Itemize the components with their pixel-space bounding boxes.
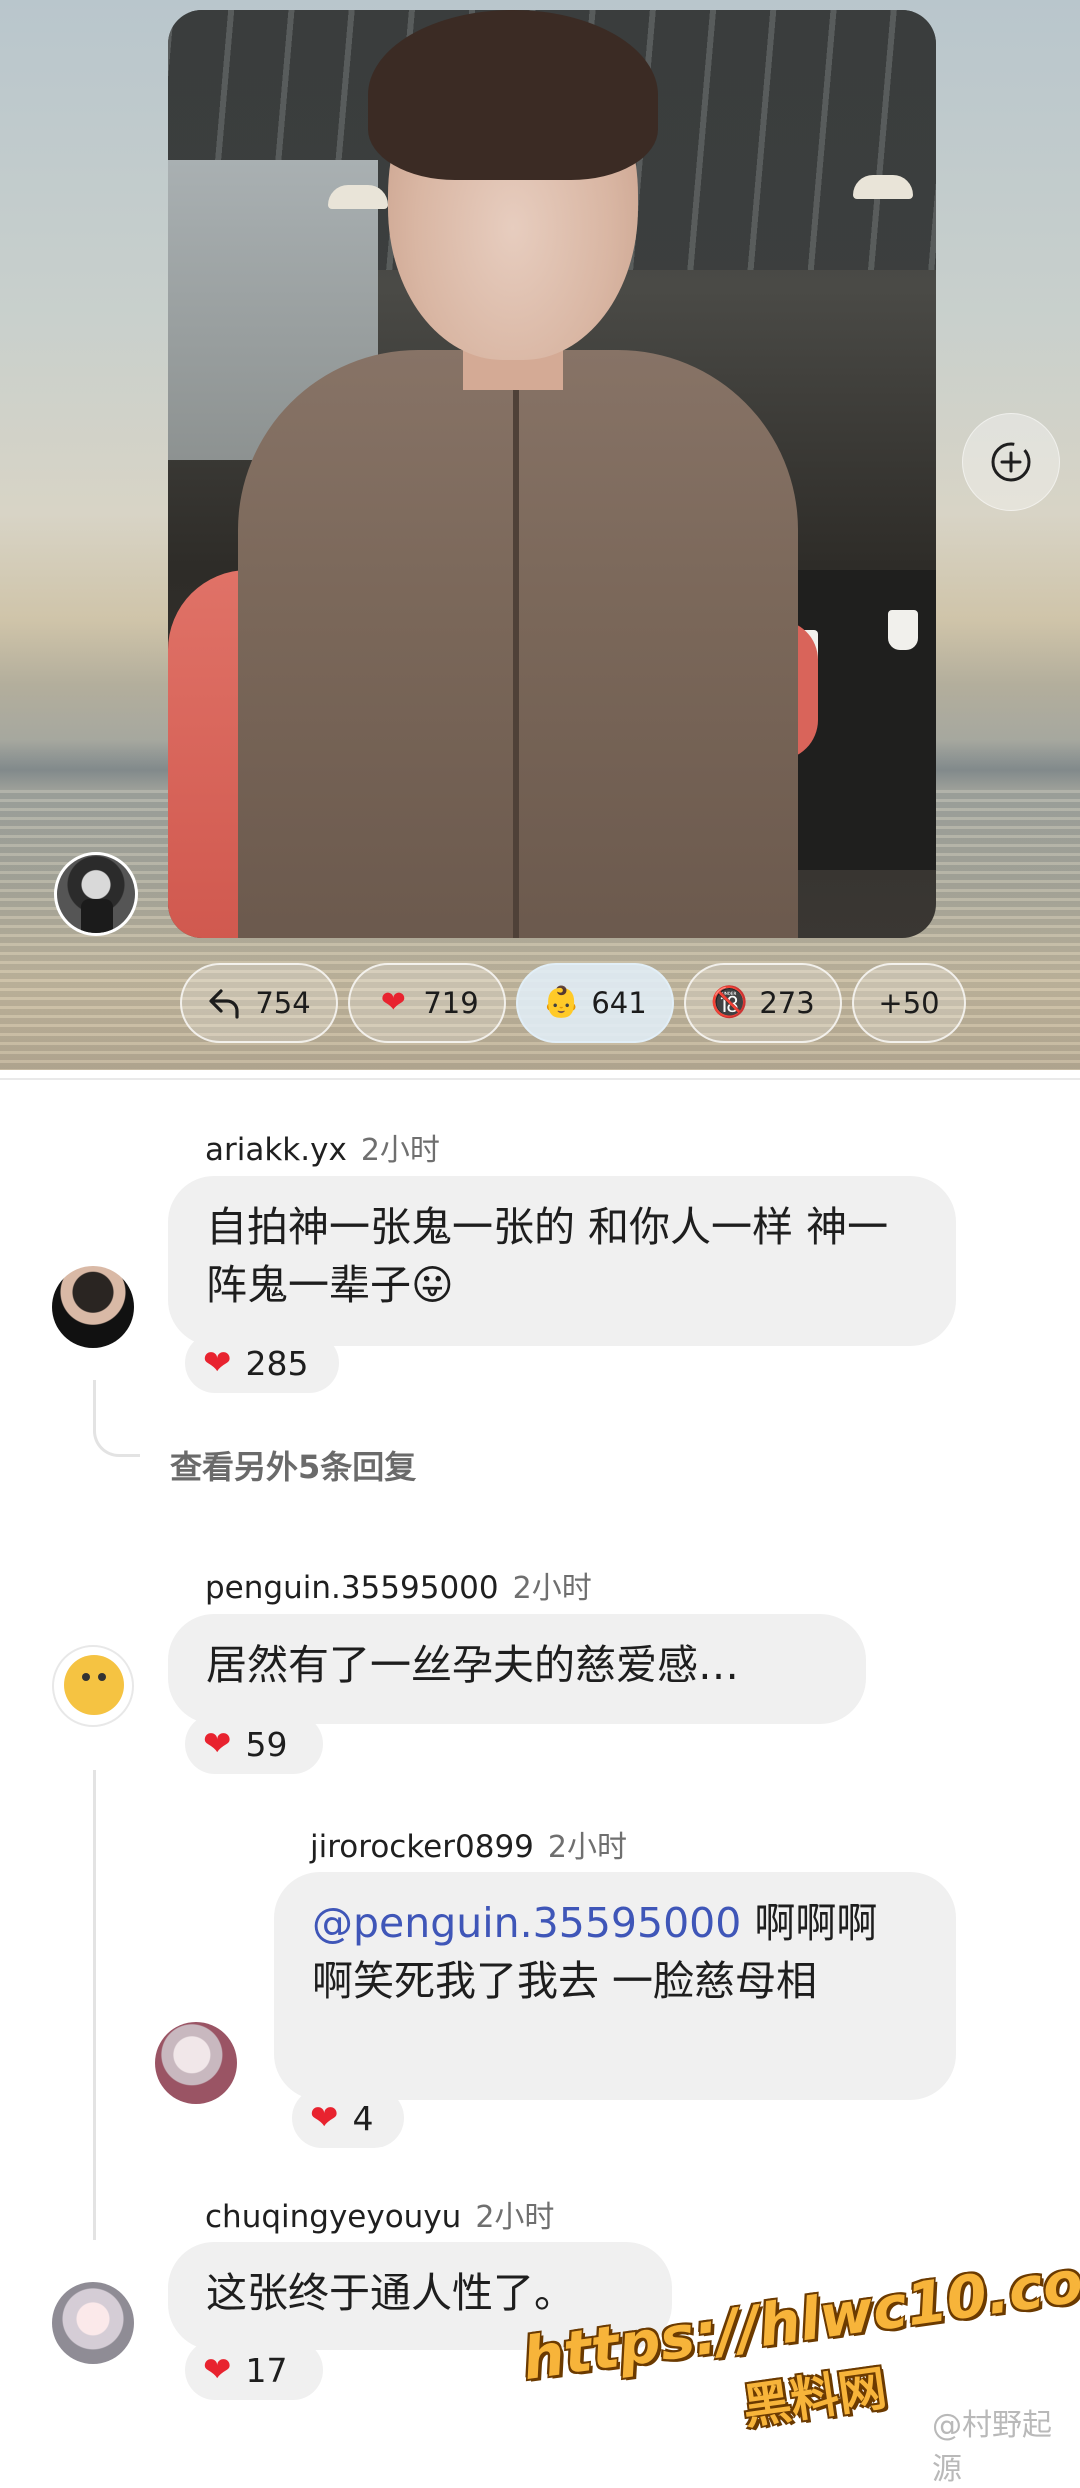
view-more-replies-link[interactable]: 查看另外5条回复 bbox=[170, 1442, 416, 1488]
comment-text: 自拍神一张鬼一张的 和你人一样 神一阵鬼一辈子😛 bbox=[206, 1203, 889, 1309]
comment-time: 2小时 bbox=[475, 2200, 555, 2235]
baby-bottle-reaction-button[interactable]: 👶 641 bbox=[516, 963, 674, 1043]
comment-avatar[interactable] bbox=[52, 2282, 134, 2364]
author-avatar[interactable] bbox=[54, 852, 138, 936]
comment-text: 居然有了一丝孕夫的慈爱感… bbox=[206, 1641, 739, 1689]
no-under-18-count: 273 bbox=[759, 986, 815, 1020]
person-hair bbox=[368, 10, 658, 180]
comment-text: 这张终于通人性了。 bbox=[206, 2269, 575, 2317]
thread-connector bbox=[93, 1410, 140, 1457]
comment-header: chuqingyeyouyu 2小时 bbox=[205, 2192, 554, 2236]
comment-like-button[interactable]: ❤ 59 bbox=[185, 1714, 323, 1774]
baby-bottle-icon: 👶 bbox=[542, 985, 580, 1020]
comment-like-count: 17 bbox=[245, 2350, 288, 2390]
no-under-18-icon: 🔞 bbox=[710, 985, 748, 1020]
comment-like-button[interactable]: ❤ 285 bbox=[185, 1333, 339, 1393]
post-photo[interactable] bbox=[168, 10, 936, 938]
comment-bubble[interactable]: 居然有了一丝孕夫的慈爱感… bbox=[168, 1614, 866, 1724]
reply-count: 754 bbox=[255, 986, 311, 1020]
reply-avatar[interactable] bbox=[155, 2022, 237, 2104]
photo-lamp bbox=[328, 185, 388, 209]
no-under-18-reaction-button[interactable]: 🔞 273 bbox=[684, 963, 842, 1043]
reply-like-button[interactable]: ❤ 4 bbox=[292, 2088, 404, 2148]
comment-section: ariakk.yx 2小时 自拍神一张鬼一张的 和你人一样 神一阵鬼一辈子😛 ❤ … bbox=[0, 1070, 1080, 2445]
comment-time: 2小时 bbox=[360, 1133, 440, 1168]
heart-icon: ❤ bbox=[203, 1724, 232, 1764]
reply-username[interactable]: jirorocker0899 bbox=[310, 1829, 534, 1865]
reply-like-count: 4 bbox=[352, 2098, 374, 2138]
heart-count: 719 bbox=[423, 986, 479, 1020]
reply-header: jirorocker0899 2小时 bbox=[310, 1822, 627, 1866]
reply-bubble[interactable]: @penguin.35595000 啊啊啊啊笑死我了我去 一脸慈母相 bbox=[274, 1872, 956, 2100]
add-reaction-button[interactable] bbox=[962, 413, 1060, 511]
comment-like-count: 59 bbox=[245, 1724, 288, 1764]
story-header: 754 ❤ 719 👶 641 🔞 273 +50 bbox=[0, 0, 1080, 1070]
more-reactions-count: +50 bbox=[878, 986, 940, 1020]
heart-icon: ❤ bbox=[203, 1343, 232, 1383]
comment-like-button[interactable]: ❤ 17 bbox=[185, 2340, 323, 2400]
divider bbox=[0, 1078, 1080, 1080]
heart-reaction-button[interactable]: ❤ 719 bbox=[348, 963, 506, 1043]
photo-lamp bbox=[853, 175, 913, 199]
more-reactions-button[interactable]: +50 bbox=[852, 963, 966, 1043]
add-circle-icon bbox=[991, 442, 1031, 482]
weibo-watermark: @村野起源 bbox=[932, 2408, 1052, 2487]
heart-icon: ❤ bbox=[203, 2350, 232, 2390]
thread-line bbox=[93, 1770, 96, 2240]
comment-like-count: 285 bbox=[245, 1343, 309, 1383]
comment-username[interactable]: chuqingyeyouyu bbox=[205, 2199, 461, 2235]
comment-avatar[interactable] bbox=[52, 1266, 134, 1348]
comment-bubble[interactable]: 自拍神一张鬼一张的 和你人一样 神一阵鬼一辈子😛 bbox=[168, 1176, 956, 1346]
comment-avatar[interactable] bbox=[52, 1645, 134, 1727]
baby-bottle-count: 641 bbox=[591, 986, 647, 1020]
comment-time: 2小时 bbox=[512, 1571, 592, 1606]
comment-header: ariakk.yx 2小时 bbox=[205, 1125, 440, 1169]
thread-line bbox=[93, 1380, 96, 1414]
person-zipper bbox=[513, 390, 519, 938]
comment-username[interactable]: ariakk.yx bbox=[205, 1132, 347, 1168]
reply-icon bbox=[207, 985, 243, 1021]
reply-time: 2小时 bbox=[547, 1830, 627, 1865]
heart-icon: ❤ bbox=[310, 2098, 339, 2138]
photo-cup bbox=[888, 610, 918, 650]
comment-username[interactable]: penguin.35595000 bbox=[205, 1570, 499, 1606]
reply-reaction-button[interactable]: 754 bbox=[180, 963, 338, 1043]
heart-icon: ❤ bbox=[380, 985, 406, 1020]
user-mention-link[interactable]: @penguin.35595000 bbox=[312, 1899, 741, 1947]
comment-header: penguin.35595000 2小时 bbox=[205, 1563, 592, 1607]
